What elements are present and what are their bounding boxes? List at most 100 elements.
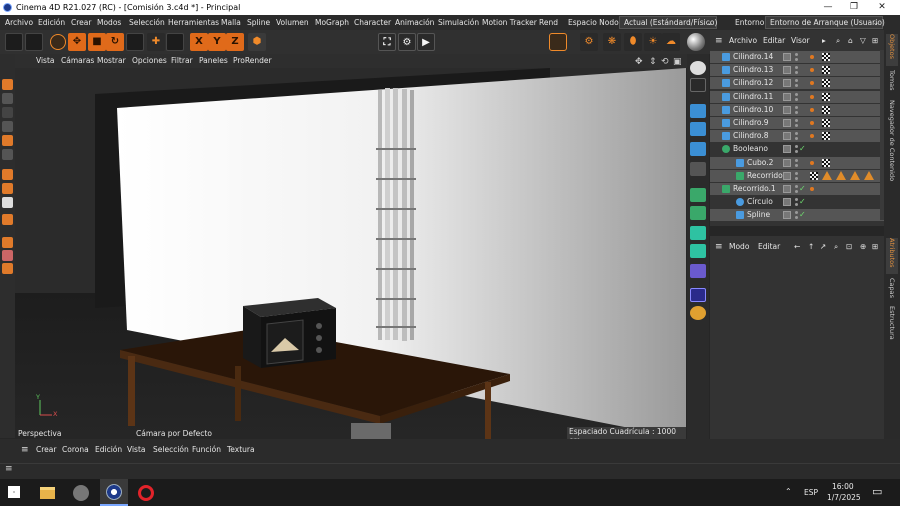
layer-icon[interactable] xyxy=(783,119,791,127)
orbit-icon[interactable]: ⟲ xyxy=(661,55,669,69)
phong-tag-icon[interactable] xyxy=(810,55,814,59)
render-visibility-icon[interactable] xyxy=(795,150,798,154)
render-visibility-icon[interactable] xyxy=(795,124,798,127)
editor-visibility-icon[interactable] xyxy=(795,198,798,202)
cube-primitive-icon[interactable] xyxy=(549,33,567,51)
clock-date[interactable]: 1/7/2025 xyxy=(827,493,861,502)
connect-icon[interactable] xyxy=(690,244,706,258)
hamburger-icon[interactable]: ≡ xyxy=(21,443,29,457)
cinema4d-taskbar-button[interactable] xyxy=(100,479,128,506)
tag-icon[interactable] xyxy=(690,306,706,320)
filter-icon[interactable]: ▽ xyxy=(860,34,866,48)
lock-workplane-icon[interactable] xyxy=(2,214,13,225)
mat-menu-edicion[interactable]: Edición xyxy=(95,443,122,457)
new-window-icon[interactable]: ⊞ xyxy=(872,34,878,48)
tab-capas[interactable]: Capas xyxy=(886,278,898,302)
editor-visibility-icon[interactable] xyxy=(795,158,798,162)
object-row[interactable]: Spline ✓ xyxy=(710,209,884,222)
layer-icon[interactable] xyxy=(783,132,791,141)
object-row[interactable]: Cilindro.8 xyxy=(710,130,884,143)
material-tag-icon[interactable] xyxy=(822,66,830,75)
tab-atributos[interactable]: Atributos xyxy=(886,238,898,274)
redo-icon[interactable] xyxy=(25,33,43,51)
dolly-icon[interactable]: ⇕ xyxy=(649,55,657,69)
render-visibility-icon[interactable] xyxy=(795,97,798,101)
notifications-icon[interactable]: ▭ xyxy=(872,485,882,498)
editor-visibility-icon[interactable] xyxy=(795,171,798,175)
mat-menu-corona[interactable]: Corona xyxy=(62,443,89,457)
null-icon[interactable] xyxy=(690,162,706,176)
deformer-icon[interactable]: ⬮ xyxy=(624,33,642,51)
editor-visibility-icon[interactable] xyxy=(795,66,798,70)
floor-sphere-icon[interactable] xyxy=(687,33,705,51)
render-visibility-icon[interactable] xyxy=(795,110,798,114)
render-visibility-icon[interactable] xyxy=(795,216,798,220)
material-tag-icon[interactable] xyxy=(850,170,860,180)
obj-menu-editar[interactable]: Editar xyxy=(763,34,785,48)
tray-chevron-icon[interactable]: ⌃ xyxy=(785,487,792,496)
editor-visibility-icon[interactable] xyxy=(795,132,798,136)
material-tag-icon[interactable] xyxy=(822,53,830,61)
layer-icon[interactable] xyxy=(783,145,791,154)
render-visibility-icon[interactable] xyxy=(795,58,798,61)
forward-arrow-icon[interactable]: ↗ xyxy=(820,240,826,254)
figure-icon[interactable] xyxy=(690,142,706,156)
menu-mograph[interactable]: MoGraph xyxy=(315,15,349,30)
obj-menu-visor[interactable]: Visor xyxy=(791,34,810,48)
editor-visibility-icon[interactable] xyxy=(795,79,798,83)
layer-icon[interactable] xyxy=(783,211,791,220)
menu-render[interactable]: Rend xyxy=(539,15,558,30)
render-view-icon[interactable]: ▶ xyxy=(417,33,435,51)
tab-tomas[interactable]: Tomas xyxy=(886,70,898,100)
search-icon[interactable]: ⌕ xyxy=(836,34,840,48)
object-row[interactable]: Cubo.2 xyxy=(710,156,884,169)
editor-visibility-icon[interactable] xyxy=(795,92,798,96)
axis-z-button[interactable]: Z xyxy=(226,33,244,51)
light-icon[interactable]: ☀ xyxy=(644,33,662,51)
connector-icon[interactable] xyxy=(690,78,706,92)
layer-icon[interactable] xyxy=(783,171,791,180)
mat-menu-seleccion[interactable]: Selección xyxy=(153,443,189,457)
object-row[interactable]: Cilindro.11 xyxy=(710,90,884,103)
menu-crear[interactable]: Crear xyxy=(71,15,91,30)
lock-icon[interactable]: ⊡ xyxy=(846,240,852,254)
symmetry-icon[interactable] xyxy=(690,226,706,240)
menu-herramientas[interactable]: Herramientas xyxy=(168,15,219,30)
live-selection-icon[interactable] xyxy=(50,34,66,50)
tab-estructura[interactable]: Estructura xyxy=(886,306,898,346)
object-row[interactable]: Recorrido.2 xyxy=(710,169,884,182)
menu-edicion[interactable]: Edición xyxy=(38,15,65,30)
add-icon[interactable]: ⊕ xyxy=(860,240,866,254)
make-editable-icon[interactable] xyxy=(2,79,13,90)
object-row[interactable]: Cilindro.13 xyxy=(710,64,884,77)
tab-navegador-contenido[interactable]: Navegador de Contenido xyxy=(886,100,898,200)
object-row[interactable]: Círculo ✓ xyxy=(710,196,884,208)
layer-icon[interactable] xyxy=(783,53,791,61)
object-row[interactable]: Cilindro.14 xyxy=(710,51,884,63)
obj-menu-archivo[interactable]: Archivo xyxy=(729,34,757,48)
deformer-icon[interactable] xyxy=(690,264,706,278)
layer-icon[interactable] xyxy=(783,198,791,207)
new-window-icon[interactable]: ⊞ xyxy=(872,240,878,254)
vp-menu-prorender[interactable]: ProRender xyxy=(233,54,272,68)
phong-tag-icon[interactable] xyxy=(810,81,814,86)
menu-malla[interactable]: Malla xyxy=(221,15,241,30)
3d-viewport[interactable]: Y X Perspectiva Cámara por Defecto Espac… xyxy=(15,68,686,439)
hamburger-icon[interactable]: ≡ xyxy=(715,240,723,254)
menu-seleccion[interactable]: Selección xyxy=(129,15,165,30)
app-icon[interactable] xyxy=(73,485,89,501)
search-icon[interactable]: ⌕ xyxy=(834,240,838,254)
render-visibility-icon[interactable] xyxy=(795,190,798,193)
material-tag-icon[interactable] xyxy=(822,92,830,101)
editor-visibility-icon[interactable] xyxy=(795,119,798,122)
texture-mode-icon[interactable] xyxy=(2,107,13,118)
object-row[interactable]: Booleano ✓ xyxy=(710,143,884,155)
editor-visibility-icon[interactable] xyxy=(795,105,798,109)
editor-visibility-icon[interactable] xyxy=(795,53,798,56)
editor-visibility-icon[interactable] xyxy=(795,145,798,149)
material-tag-icon[interactable] xyxy=(822,170,832,180)
layer-icon[interactable] xyxy=(783,105,791,114)
coordinate-system-icon[interactable] xyxy=(166,33,184,51)
hamburger-icon[interactable]: ≡ xyxy=(5,464,13,474)
measure-icon[interactable] xyxy=(690,288,706,302)
